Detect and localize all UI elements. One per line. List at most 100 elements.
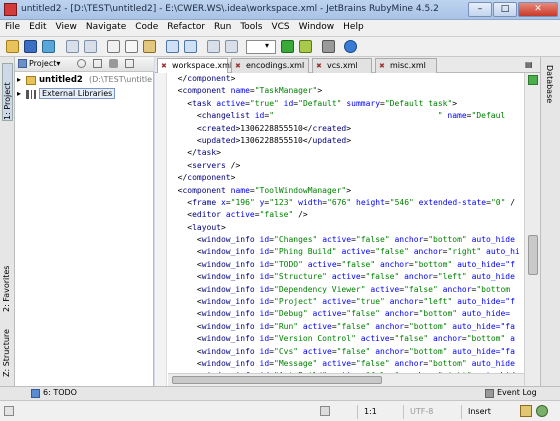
undo-icon[interactable] [66, 40, 79, 53]
code-line[interactable]: <editor active="false" /> [168, 209, 524, 221]
run-config-select[interactable]: ▾ [246, 40, 276, 54]
xml-tag: component [187, 173, 231, 183]
menu-tools[interactable]: Tools [235, 20, 266, 32]
find-icon[interactable] [166, 40, 179, 53]
menu-code[interactable]: Code [130, 20, 162, 32]
code-line[interactable]: <window_info id="Dependency Viewer" acti… [168, 284, 524, 296]
scroll-from-source-icon[interactable] [77, 59, 86, 68]
code-line[interactable]: <window_info id="TODO" active="false" an… [168, 259, 524, 271]
code-line[interactable]: <window_info id="Phing Build" active="fa… [168, 246, 524, 258]
code-line[interactable]: </task> [168, 147, 524, 159]
tab-project[interactable]: 1: Project [2, 63, 13, 121]
redo-icon[interactable] [84, 40, 97, 53]
collapse-all-icon[interactable] [93, 59, 102, 68]
code-line[interactable]: <window_info id="Message" active="false"… [168, 358, 524, 370]
code-line[interactable]: <window_info id="Cvs" active="false" anc… [168, 346, 524, 358]
menu-navigate[interactable]: Navigate [81, 20, 130, 32]
xml-value: "Structure" [274, 272, 327, 282]
run-icon[interactable] [281, 40, 294, 53]
expand-icon[interactable]: ▸ [17, 75, 21, 84]
tab-favorites[interactable]: 2: Favorites [2, 252, 11, 312]
xml-value: "bottom [476, 284, 511, 294]
code-line[interactable]: <window_info id="Project" active="true" … [168, 296, 524, 308]
minimize-button[interactable]: – [468, 2, 492, 17]
tab-misc-xml[interactable]: ✖ misc.xml [375, 58, 437, 73]
file-encoding[interactable]: UTF-8 [403, 405, 461, 419]
xml-punct: < [168, 272, 202, 282]
code-line[interactable]: <component name="TaskManager"> [168, 85, 524, 97]
menu-edit[interactable]: Edit [24, 20, 50, 32]
xml-attr: anchor [433, 334, 462, 344]
menu-view[interactable]: View [51, 20, 81, 32]
replace-icon[interactable] [184, 40, 197, 53]
close-button[interactable]: ✕ [518, 2, 558, 17]
close-icon[interactable]: ✖ [316, 62, 324, 70]
code-line[interactable]: <changelist id=" " name="Defaul [168, 110, 524, 122]
cut-icon[interactable] [107, 40, 120, 53]
close-icon[interactable]: ✖ [235, 62, 243, 70]
code-line[interactable]: <updated>1306228855510</updated> [168, 135, 524, 147]
code-line[interactable]: <created>1306228855510</created> [168, 123, 524, 135]
xml-attr: auto_hide [471, 235, 515, 245]
code-line[interactable]: <layout> [168, 222, 524, 234]
code-line[interactable]: <window_info id="Changes" active="false"… [168, 234, 524, 246]
menu-file[interactable]: File [0, 20, 24, 32]
lock-icon[interactable] [520, 405, 532, 417]
inspector-icon[interactable] [536, 405, 548, 417]
menu-window[interactable]: Window [294, 20, 339, 32]
menu-vcs[interactable]: VCS [266, 20, 293, 32]
hide-icon[interactable] [125, 59, 134, 68]
code-line[interactable]: <component name="ToolWindowManager"> [168, 185, 524, 197]
sync-icon[interactable] [42, 40, 55, 53]
xml-value: "bottom" [466, 334, 506, 344]
scroll-thumb[interactable] [528, 235, 538, 275]
code-line[interactable]: </component> [168, 172, 524, 184]
open-icon[interactable] [6, 40, 19, 53]
xml-attr: id [254, 111, 265, 121]
code-line[interactable]: <window_info id="Run" active="false" anc… [168, 321, 524, 333]
caret-position[interactable]: 1:1 [357, 405, 403, 419]
code-line[interactable]: <window_info id="Version Control" active… [168, 333, 524, 345]
close-icon[interactable]: ✖ [379, 62, 387, 70]
tab-structure[interactable]: Z: Structure [2, 317, 11, 377]
project-view-dropdown[interactable]: Project▾ [29, 59, 60, 68]
tab-encodings-xml[interactable]: ✖ encodings.xml [231, 58, 309, 73]
close-icon[interactable]: ✖ [161, 62, 169, 70]
tool-windows-icon[interactable] [4, 406, 14, 416]
code-line[interactable]: <frame x="196" y="123" width="676" heigh… [168, 197, 524, 209]
tab-vcs-xml[interactable]: ✖ vcs.xml [312, 58, 372, 73]
horizontal-scrollbar[interactable] [168, 373, 524, 386]
menu-run[interactable]: Run [209, 20, 235, 32]
expand-icon[interactable]: ▸ [17, 89, 21, 98]
debug-icon[interactable] [299, 40, 312, 53]
code-editor[interactable]: </component> <component name="TaskManage… [155, 73, 540, 386]
tool-event-log[interactable]: Event Log [497, 388, 537, 397]
xml-value: "bottom" [413, 259, 453, 269]
save-icon[interactable] [24, 40, 37, 53]
tab-workspace-xml[interactable]: ✖ workspace.xml [157, 58, 232, 74]
tree-item-libraries[interactable]: ▸ External Libraries [17, 88, 127, 101]
code-line[interactable]: </component> [168, 73, 524, 85]
forward-icon[interactable] [225, 40, 238, 53]
xml-attr: id [259, 346, 270, 356]
code-line[interactable]: <window_info id="Debug" active="false" a… [168, 308, 524, 320]
tree-item-root[interactable]: ▸ untitled2 (D:\TEST\untitle [17, 74, 153, 88]
code-line[interactable]: <task active="true" id="Default" summary… [168, 98, 524, 110]
maximize-button[interactable]: □ [493, 2, 517, 17]
scroll-thumb[interactable] [172, 376, 382, 384]
back-icon[interactable] [207, 40, 220, 53]
tab-list-icon[interactable]: ▤ [525, 60, 534, 69]
vertical-scrollbar[interactable] [524, 73, 540, 386]
gear-icon[interactable] [109, 59, 118, 68]
copy-icon[interactable] [125, 40, 138, 53]
help-icon[interactable] [344, 40, 357, 53]
paste-icon[interactable] [143, 40, 156, 53]
tab-database[interactable]: Database [545, 65, 554, 115]
menu-help[interactable]: Help [338, 20, 368, 32]
tool-todo[interactable]: 6: TODO [43, 388, 77, 397]
menu-refactor[interactable]: Refactor [162, 20, 209, 32]
settings-icon[interactable] [322, 40, 335, 53]
code-area[interactable]: </component> <component name="TaskManage… [168, 73, 524, 373]
code-line[interactable]: <servers /> [168, 160, 524, 172]
code-line[interactable]: <window_info id="Structure" active="fals… [168, 271, 524, 283]
